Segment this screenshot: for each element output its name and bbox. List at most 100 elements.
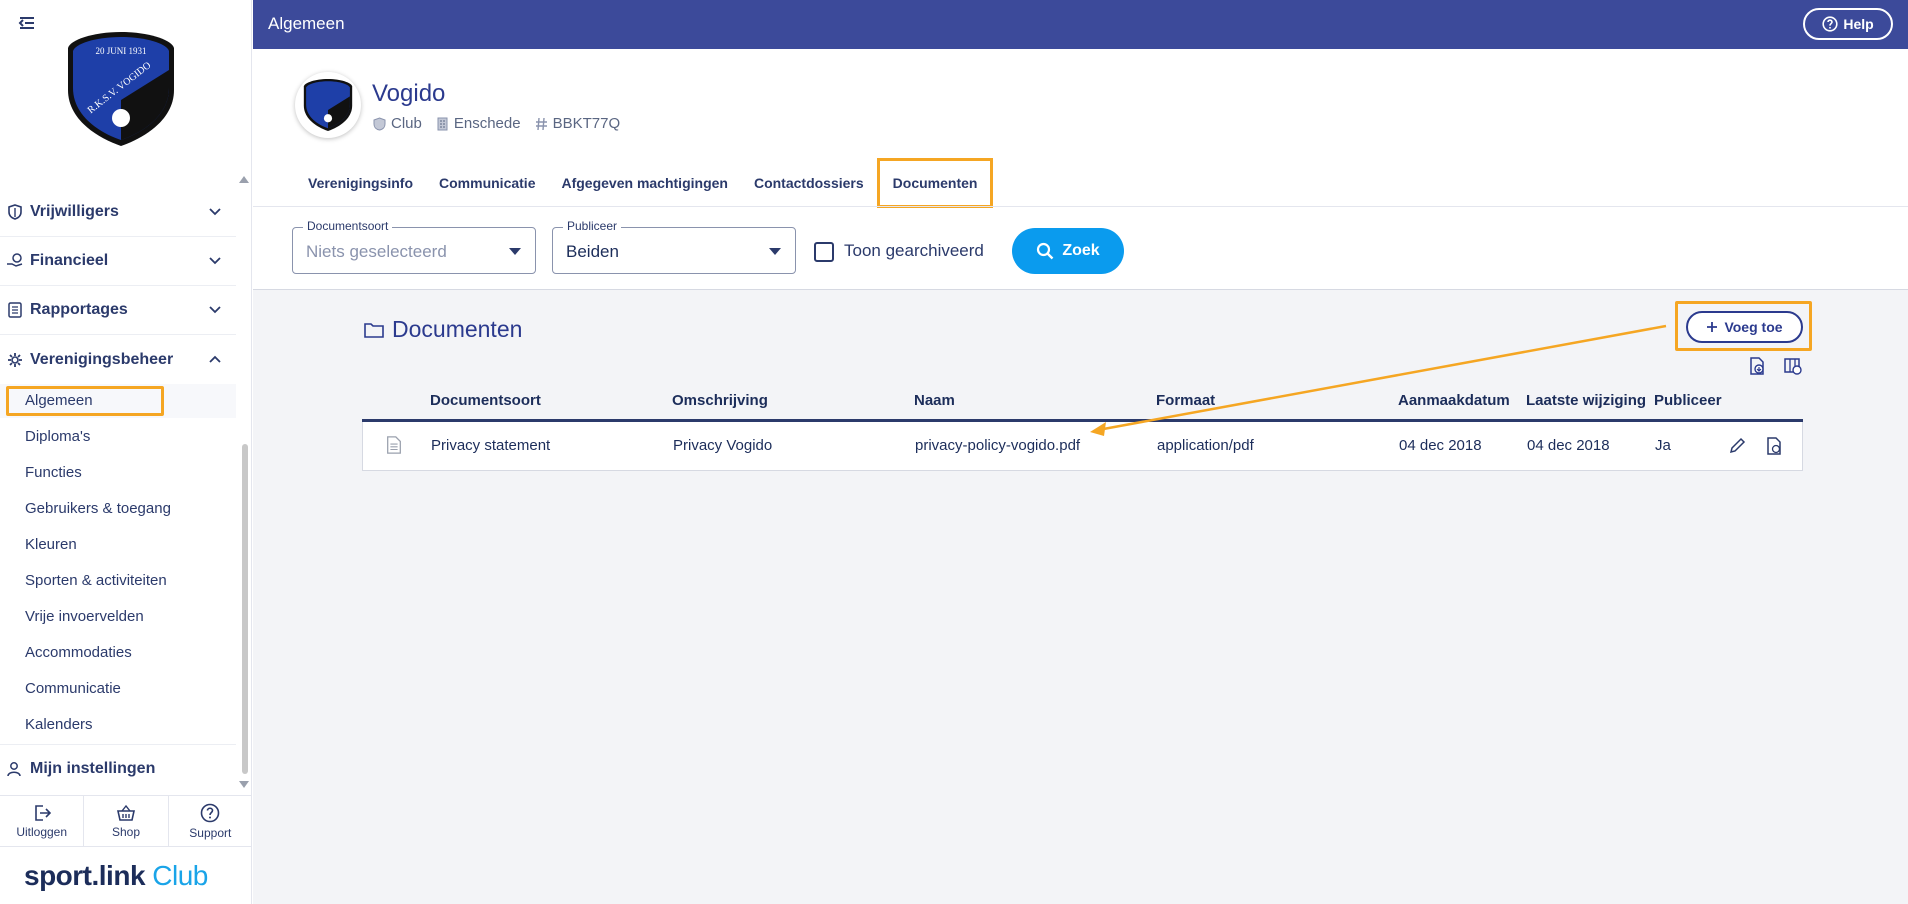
collapse-menu-icon[interactable]	[16, 12, 38, 34]
svg-text:20 JUNI 1931: 20 JUNI 1931	[96, 46, 147, 56]
sidebar-section-mijn-instellingen[interactable]: Mijn instellingen	[0, 744, 236, 793]
chevron-up-icon	[209, 355, 221, 363]
folder-icon	[364, 322, 384, 338]
club-code: BBKT77Q	[535, 115, 620, 132]
heart-shield-icon	[6, 203, 24, 221]
club-avatar	[295, 72, 361, 138]
club-logo: 20 JUNI 1931 R.K.S.V. VOGIDO	[68, 32, 174, 146]
sidebar-section-vrijwilligers[interactable]: Vrijwilligers	[0, 188, 236, 237]
column-header-naam[interactable]: Naam	[914, 392, 955, 409]
column-header-laatste-wijziging[interactable]: Laatste wijziging	[1526, 392, 1646, 409]
sidebar-item-kleuren[interactable]: Kleuren	[25, 536, 77, 553]
scroll-up-arrow[interactable]	[238, 174, 250, 184]
column-header-publiceer[interactable]: Publiceer	[1654, 392, 1722, 409]
hash-icon	[535, 117, 547, 130]
search-label: Zoek	[1062, 242, 1100, 259]
content-area	[253, 290, 1908, 904]
caret-down-icon	[769, 248, 781, 255]
sidebar-scrollbar[interactable]	[242, 444, 248, 774]
sidebar-section-verenigingsbeheer[interactable]: Verenigingsbeheer	[0, 335, 236, 384]
caret-down-icon	[509, 248, 521, 255]
sidebar-section-label: Vrijwilligers	[30, 203, 119, 220]
column-settings-icon[interactable]	[1784, 357, 1802, 375]
chevron-down-icon	[209, 208, 221, 216]
sidebar-item-gebruikers-toegang[interactable]: Gebruikers & toegang	[25, 500, 171, 517]
user-settings-icon	[6, 760, 24, 778]
show-archived-checkbox[interactable]	[814, 242, 834, 262]
cell-aanmaakdatum: 04 dec 2018	[1399, 437, 1482, 454]
top-bar: Algemeen Help	[253, 0, 1908, 49]
search-icon	[1037, 242, 1054, 260]
sidebar: 20 JUNI 1931 R.K.S.V. VOGIDO Vrijwillige…	[0, 0, 252, 904]
sidebar-item-algemeen[interactable]: Algemeen	[25, 392, 93, 409]
tab-documenten[interactable]: Documenten	[876, 158, 994, 208]
cell-documentsoort: Privacy statement	[431, 437, 551, 454]
logout-label: Uitloggen	[16, 824, 68, 839]
tabs-divider	[253, 206, 1908, 207]
sidebar-section-financieel[interactable]: Financieel	[0, 237, 236, 286]
table-row[interactable]: Privacy statement Privacy Vogido privacy…	[362, 422, 1803, 471]
support-button[interactable]: Support	[169, 796, 252, 846]
chevron-down-icon	[209, 306, 221, 314]
page-title: Algemeen	[268, 14, 345, 33]
shop-label: Shop	[111, 824, 140, 839]
logout-icon	[34, 804, 51, 821]
sidebar-section-label: Mijn instellingen	[30, 760, 156, 777]
sidebar-section-label: Rapportages	[30, 301, 128, 318]
add-document-button[interactable]: Voeg toe	[1686, 311, 1803, 343]
report-icon	[6, 301, 24, 319]
sidebar-item-communicatie[interactable]: Communicatie	[25, 680, 121, 697]
gear-icon	[6, 351, 24, 369]
question-circle-icon	[201, 803, 220, 822]
club-type: Club	[373, 115, 422, 132]
column-header-documentsoort[interactable]: Documentsoort	[430, 392, 541, 409]
cell-naam[interactable]: privacy-policy-vogido.pdf	[915, 437, 1080, 454]
shop-button[interactable]: Shop	[84, 796, 169, 846]
archive-document-icon[interactable]	[1765, 437, 1783, 455]
sportlink-brand-logo: sport.link Club	[24, 860, 208, 891]
scroll-down-arrow[interactable]	[238, 780, 250, 790]
sidebar-item-functies[interactable]: Functies	[25, 464, 82, 481]
edit-pencil-icon[interactable]	[1728, 437, 1746, 455]
tab-afgegeven-machtigingen[interactable]: Afgegeven machtigingen	[548, 158, 740, 208]
tab-communicatie[interactable]: Communicatie	[426, 158, 548, 208]
sidebar-item-sporten-activiteiten[interactable]: Sporten & activiteiten	[25, 572, 167, 589]
club-crest-icon	[303, 79, 353, 131]
chevron-down-icon	[209, 257, 221, 265]
help-label: Help	[1843, 16, 1874, 32]
documents-table: Documentsoort Omschrijving Naam Formaat …	[362, 384, 1803, 471]
cell-laatste-wijziging: 04 dec 2018	[1527, 437, 1610, 454]
column-header-aanmaakdatum[interactable]: Aanmaakdatum	[1398, 392, 1510, 409]
help-button[interactable]: Help	[1803, 8, 1893, 40]
column-header-formaat[interactable]: Formaat	[1156, 392, 1215, 409]
section-title: Documenten	[364, 316, 522, 343]
sidebar-section-rapportages[interactable]: Rapportages	[0, 286, 236, 335]
sidebar-item-accommodaties[interactable]: Accommodaties	[25, 644, 132, 661]
publiceer-value: Beiden	[566, 242, 619, 261]
sidebar-item-diplomas[interactable]: Diploma's	[25, 428, 90, 445]
sidebar-item-vrije-invoervelden[interactable]: Vrije invoervelden	[25, 608, 144, 625]
publiceer-label: Publiceer	[563, 219, 622, 233]
show-archived-label: Toon gearchiveerd	[844, 241, 984, 260]
export-document-icon[interactable]	[1748, 357, 1766, 375]
publiceer-select[interactable]: Publiceer Beiden	[552, 219, 796, 274]
money-hand-icon	[6, 252, 24, 270]
search-button[interactable]: Zoek	[1012, 228, 1124, 274]
cell-omschrijving: Privacy Vogido	[673, 437, 773, 454]
tab-bar: Verenigingsinfo Communicatie Afgegeven m…	[295, 158, 994, 208]
column-header-omschrijving[interactable]: Omschrijving	[672, 392, 768, 409]
sidebar-item-kalenders[interactable]: Kalenders	[25, 716, 93, 733]
club-meta: Club Enschede BBKT77Q	[373, 115, 620, 132]
tab-verenigingsinfo[interactable]: Verenigingsinfo	[295, 158, 426, 208]
documentsoort-placeholder: Niets geselecteerd	[306, 242, 447, 261]
documentsoort-select[interactable]: Documentsoort Niets geselecteerd	[292, 219, 536, 274]
question-circle-icon	[1822, 16, 1838, 32]
table-header: Documentsoort Omschrijving Naam Formaat …	[362, 384, 1803, 422]
plus-icon	[1707, 322, 1718, 332]
logout-button[interactable]: Uitloggen	[0, 796, 85, 846]
building-icon	[437, 117, 448, 130]
basket-icon	[116, 804, 135, 821]
club-city: Enschede	[436, 115, 521, 132]
tab-contactdossiers[interactable]: Contactdossiers	[741, 158, 877, 208]
club-name: Vogido	[372, 80, 446, 107]
